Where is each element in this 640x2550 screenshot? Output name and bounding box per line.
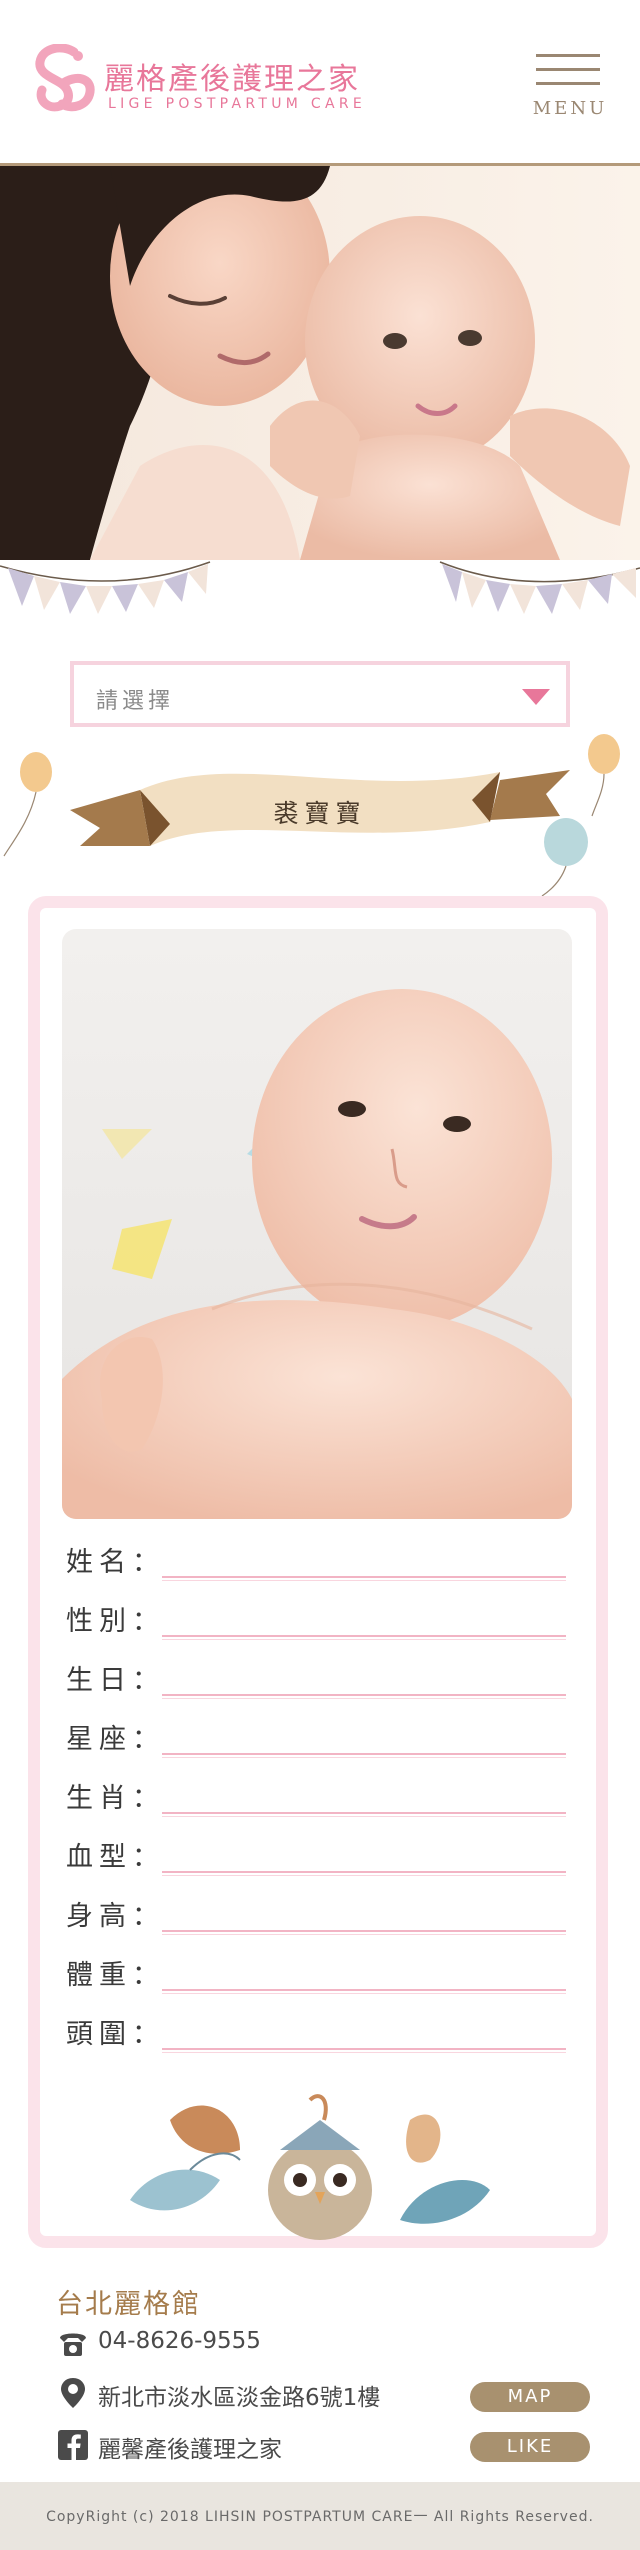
bunting-left	[0, 558, 220, 628]
profile-field-underline	[162, 1934, 566, 1935]
menu-bar-icon	[536, 68, 600, 71]
baby-select-dropdown[interactable]: 請選擇	[70, 661, 570, 727]
site-logo[interactable]: 麗格產後護理之家 LIGE POSTPARTUM CARE	[32, 44, 362, 120]
profile-field-value	[162, 1576, 566, 1578]
phone-icon	[60, 2333, 86, 2356]
profile-field-label: 體重：	[66, 1960, 165, 1991]
menu-label: MENU	[532, 98, 608, 119]
profile-field-label: 身高：	[66, 1901, 165, 1932]
profile-field-value	[162, 1694, 566, 1696]
logo-name-cn: 麗格產後護理之家	[104, 62, 360, 97]
menu-bar-icon	[536, 54, 600, 57]
owl-feathers-illustration-icon	[130, 2094, 490, 2240]
profile-field-label: 姓名：	[66, 1547, 165, 1578]
profile-field-row: 生肖：	[66, 1776, 566, 1817]
profile-field-label: 生肖：	[66, 1783, 165, 1814]
copyright-text: CopyRight (c) 2018 LIHSIN POSTPARTUM CAR…	[46, 2509, 594, 2525]
profile-field-row: 體重：	[66, 1953, 566, 1994]
profile-field-value	[162, 1930, 566, 1932]
menu-button[interactable]: MENU	[528, 48, 612, 124]
profile-field-value	[162, 1812, 566, 1814]
profile-field-row: 身高：	[66, 1894, 566, 1935]
map-pin-icon	[61, 2378, 85, 2408]
profile-field-underline	[162, 1757, 566, 1758]
bunting-right	[430, 558, 640, 628]
map-button[interactable]: MAP	[470, 2382, 590, 2412]
branch-name: 台北麗格館	[56, 2289, 201, 2320]
profile-field-underline	[162, 2052, 566, 2053]
like-button[interactable]: LIKE	[470, 2432, 590, 2462]
profile-field-label: 頭圍：	[66, 2019, 165, 2050]
phone-row[interactable]: 04-8626-9555	[56, 2326, 616, 2360]
facebook-page-name: 麗馨產後護理之家	[98, 2437, 282, 2463]
logo-name-en: LIGE POSTPARTUM CARE	[108, 96, 367, 112]
select-value: 請選擇	[96, 689, 175, 714]
bunting-flags-icon	[439, 561, 640, 614]
logo-mark-icon	[35, 44, 95, 112]
baby-photo-icon	[62, 929, 572, 1519]
profile-field-value	[162, 1989, 566, 1991]
profile-field-row: 頭圍：	[66, 2012, 566, 2053]
profile-field-underline	[162, 1580, 566, 1581]
facebook-icon	[58, 2430, 88, 2460]
hero-photo	[0, 166, 640, 560]
profile-field-value	[162, 2048, 566, 2050]
chevron-down-icon	[522, 689, 550, 705]
profile-field-underline	[162, 1875, 566, 1876]
menu-bar-icon	[536, 82, 600, 85]
profile-field-label: 性別：	[66, 1606, 165, 1637]
profile-field-row: 星座：	[66, 1717, 566, 1758]
profile-field-value	[162, 1753, 566, 1755]
profile-field-row: 性別：	[66, 1599, 566, 1640]
copyright-bar: CopyRight (c) 2018 LIHSIN POSTPARTUM CAR…	[0, 2482, 640, 2550]
profile-field-label: 血型：	[66, 1842, 165, 1873]
profile-field-value	[162, 1635, 566, 1637]
profile-field-label: 生日：	[66, 1665, 165, 1696]
profile-field-row: 姓名：	[66, 1540, 566, 1581]
mother-and-baby-photo-icon	[0, 166, 640, 560]
profile-field-row: 血型：	[66, 1835, 566, 1876]
profile-field-label: 星座：	[66, 1724, 165, 1755]
profile-field-underline	[162, 1816, 566, 1817]
baby-photo	[62, 929, 572, 1519]
baby-name-title: 裘寶寶	[273, 799, 367, 828]
bunting-flags-icon	[0, 561, 211, 614]
profile-field-underline	[162, 1698, 566, 1699]
phone-number: 04-8626-9555	[98, 2328, 261, 2354]
profile-field-value	[162, 1871, 566, 1873]
profile-field-underline	[162, 1639, 566, 1640]
profile-field-row: 生日：	[66, 1658, 566, 1699]
site-header: 麗格產後護理之家 LIGE POSTPARTUM CARE MENU	[0, 0, 640, 163]
address-text: 新北市淡水區淡金路6號1樓	[98, 2385, 381, 2411]
profile-field-underline	[162, 1993, 566, 1994]
